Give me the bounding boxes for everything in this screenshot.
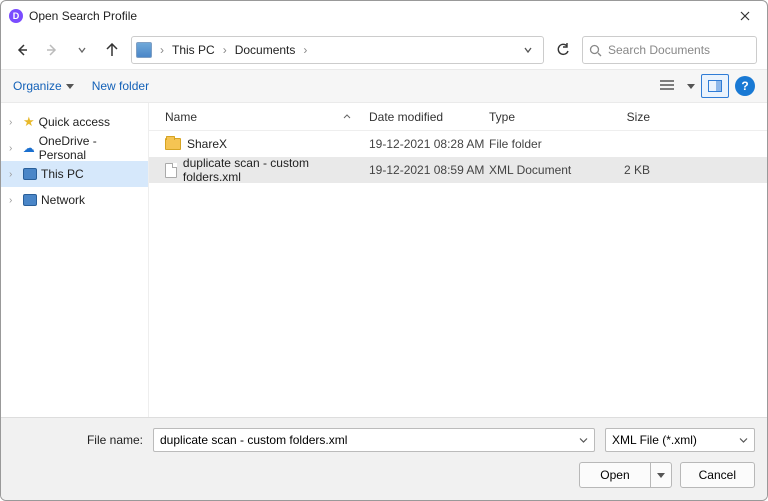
body: › ★ Quick access › ☁ OneDrive - Personal… <box>1 103 767 417</box>
file-pane: Name Date modified Type Size ShareX 19-1… <box>149 103 767 417</box>
sidebar-item-network[interactable]: › Network <box>1 187 148 213</box>
app-icon: D <box>9 9 23 23</box>
button-row: Open Cancel <box>13 462 755 488</box>
open-dropdown[interactable] <box>650 462 672 488</box>
filetype-value: XML File (*.xml) <box>612 433 697 447</box>
expand-icon[interactable]: › <box>9 195 19 206</box>
close-button[interactable] <box>731 5 759 27</box>
cloud-icon: ☁ <box>23 141 35 155</box>
address-bar[interactable]: › This PC › Documents › <box>131 36 544 64</box>
sidebar-item-onedrive[interactable]: › ☁ OneDrive - Personal <box>1 135 148 161</box>
nav-row: › This PC › Documents › Search Documents <box>1 31 767 69</box>
sidebar-item-label: This PC <box>41 167 84 181</box>
file-size: 2 KB <box>584 163 664 177</box>
new-folder-button[interactable]: New folder <box>92 79 149 93</box>
network-icon <box>23 194 37 206</box>
sidebar-item-label: OneDrive - Personal <box>39 134 144 162</box>
filetype-select[interactable]: XML File (*.xml) <box>605 428 755 452</box>
search-placeholder: Search Documents <box>608 43 710 57</box>
column-type[interactable]: Type <box>489 110 584 124</box>
chevron-right-icon[interactable]: › <box>221 43 229 57</box>
up-button[interactable] <box>101 37 123 63</box>
sidebar: › ★ Quick access › ☁ OneDrive - Personal… <box>1 103 149 417</box>
title-bar: D Open Search Profile <box>1 1 767 31</box>
chevron-down-icon <box>657 473 665 478</box>
search-icon <box>589 44 602 57</box>
file-type: XML Document <box>489 163 584 177</box>
column-name[interactable]: Name <box>159 110 369 124</box>
file-icon <box>165 163 177 178</box>
view-list-button[interactable] <box>653 74 681 98</box>
window-title: Open Search Profile <box>29 9 731 23</box>
file-header: Name Date modified Type Size <box>149 103 767 131</box>
chevron-down-icon[interactable] <box>579 436 588 445</box>
organize-menu[interactable]: Organize <box>13 79 74 93</box>
column-size[interactable]: Size <box>584 110 664 124</box>
address-dropdown[interactable] <box>517 45 539 55</box>
pc-icon <box>23 168 37 180</box>
chevron-right-icon[interactable]: › <box>158 43 166 57</box>
star-icon: ★ <box>23 114 35 130</box>
chevron-down-icon <box>66 84 74 89</box>
sidebar-item-label: Quick access <box>39 115 110 129</box>
open-button[interactable]: Open <box>579 462 649 488</box>
search-box[interactable]: Search Documents <box>582 36 757 64</box>
preview-pane-button[interactable] <box>701 74 729 98</box>
filename-label: File name: <box>13 433 143 447</box>
chevron-down-icon[interactable] <box>739 436 748 445</box>
this-pc-icon <box>136 42 152 58</box>
file-date: 19-12-2021 08:59 AM <box>369 163 489 177</box>
sort-indicator <box>343 113 351 121</box>
crumb-documents[interactable]: Documents <box>231 41 300 59</box>
column-date[interactable]: Date modified <box>369 110 489 124</box>
folder-icon <box>165 138 181 150</box>
open-file-dialog: D Open Search Profile › This PC › Docume… <box>0 0 768 501</box>
filename-value: duplicate scan - custom folders.xml <box>160 433 347 447</box>
sidebar-item-quick-access[interactable]: › ★ Quick access <box>1 109 148 135</box>
view-dropdown[interactable] <box>687 84 695 89</box>
recent-dropdown[interactable] <box>71 37 93 63</box>
expand-icon[interactable]: › <box>9 169 19 180</box>
toolbar: Organize New folder ? <box>1 69 767 103</box>
expand-icon[interactable]: › <box>9 143 19 154</box>
file-name: duplicate scan - custom folders.xml <box>183 156 369 184</box>
back-button[interactable] <box>11 37 33 63</box>
sidebar-item-this-pc[interactable]: › This PC <box>1 161 148 187</box>
cancel-button[interactable]: Cancel <box>680 462 755 488</box>
refresh-button[interactable] <box>552 37 574 63</box>
help-button[interactable]: ? <box>735 76 755 96</box>
file-row-xml[interactable]: duplicate scan - custom folders.xml 19-1… <box>149 157 767 183</box>
file-row-folder[interactable]: ShareX 19-12-2021 08:28 AM File folder <box>149 131 767 157</box>
filename-input[interactable]: duplicate scan - custom folders.xml <box>153 428 595 452</box>
crumb-this-pc[interactable]: This PC <box>168 41 219 59</box>
file-name: ShareX <box>187 137 227 151</box>
forward-button[interactable] <box>41 37 63 63</box>
file-type: File folder <box>489 137 584 151</box>
expand-icon[interactable]: › <box>9 117 19 128</box>
file-date: 19-12-2021 08:28 AM <box>369 137 489 151</box>
chevron-right-icon[interactable]: › <box>301 43 309 57</box>
sidebar-item-label: Network <box>41 193 85 207</box>
footer: File name: duplicate scan - custom folde… <box>1 417 767 500</box>
